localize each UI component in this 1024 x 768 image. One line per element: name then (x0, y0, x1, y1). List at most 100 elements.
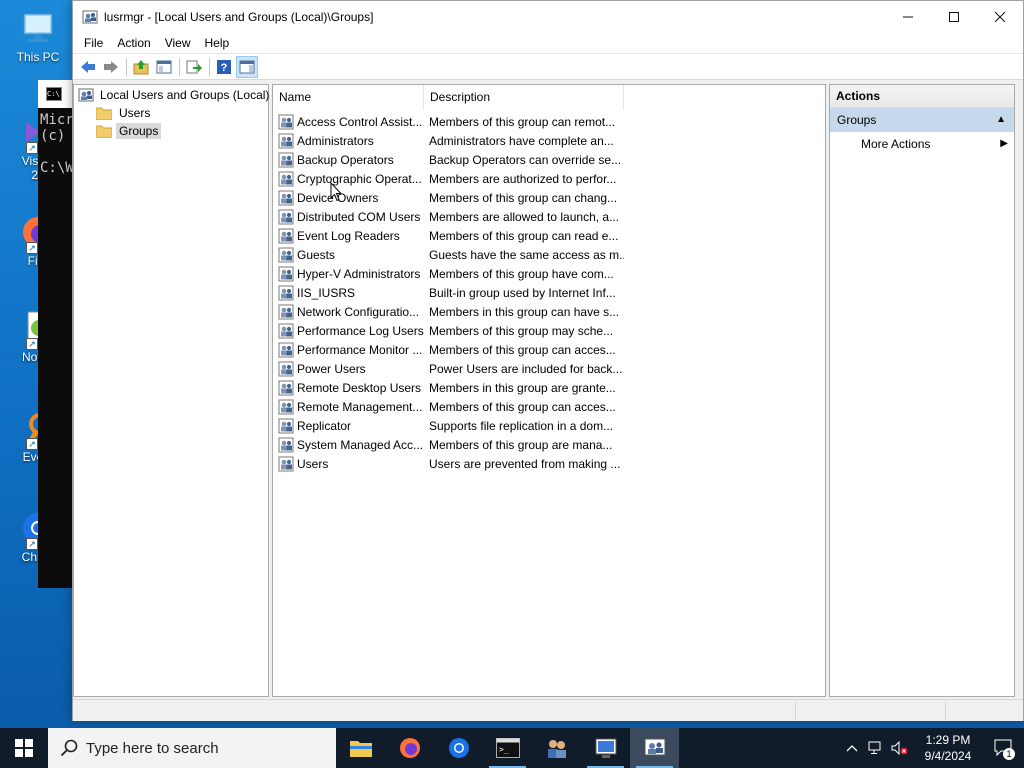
forward-button[interactable] (100, 56, 122, 78)
group-name: Guests (297, 247, 336, 262)
group-name: Users (297, 456, 329, 471)
menu-help[interactable]: Help (198, 32, 237, 54)
export-list-button[interactable] (183, 56, 205, 78)
firefox-icon (399, 738, 420, 758)
actions-section-label: Groups (837, 113, 877, 127)
group-name-cell: Cryptographic Operat... (273, 171, 424, 187)
help-button[interactable]: ? (213, 56, 235, 78)
more-actions-item[interactable]: More Actions ▶ (830, 132, 1014, 156)
network-icon (868, 741, 881, 754)
group-row[interactable]: Distributed COM Users Members are allowed… (273, 207, 825, 226)
notification-count: 1 (1003, 748, 1015, 760)
taskbar-firefox[interactable] (385, 728, 434, 768)
actions-section-groups[interactable]: Groups ▲ (830, 108, 1014, 132)
group-row[interactable]: Access Control Assist... Members of this … (273, 112, 825, 131)
group-row[interactable]: Users Users are prevented from making ... (273, 454, 825, 473)
up-one-level-button[interactable] (130, 56, 152, 78)
clock[interactable]: 1:29 PM 9/4/2024 (912, 732, 984, 764)
folder-icon (96, 107, 112, 120)
group-description: Members of this group can acces... (429, 399, 616, 414)
title-bar[interactable]: lusrmgr - [Local Users and Groups (Local… (73, 1, 1023, 32)
shortcut-arrow-icon: ↗ (26, 242, 38, 254)
group-row[interactable]: Remote Management... Members of this grou… (273, 397, 825, 416)
group-icon (278, 171, 294, 186)
group-name: Hyper-V Administrators (297, 266, 421, 281)
group-row[interactable]: Hyper-V Administrators Members of this gr… (273, 264, 825, 283)
maximize-button[interactable] (931, 1, 977, 32)
group-description: Members of this group are mana... (429, 437, 613, 452)
group-description: Members of this group have com... (429, 266, 614, 281)
column-headers: Name Description (273, 85, 825, 110)
menu-file[interactable]: File (77, 32, 110, 54)
group-name-cell: Access Control Assist... (273, 114, 424, 130)
group-name: Access Control Assist... (297, 114, 423, 129)
start-button[interactable] (0, 728, 48, 768)
group-icon (278, 114, 294, 129)
network-button[interactable] (864, 741, 888, 755)
menu-bar: File Action View Help (73, 32, 1023, 54)
desktop-icon-this-pc[interactable]: This PC (4, 8, 72, 64)
back-button[interactable] (77, 56, 99, 78)
svg-text:>_: >_ (499, 745, 509, 754)
group-row[interactable]: Remote Desktop Users Members in this grou… (273, 378, 825, 397)
console-tree-icon (156, 60, 172, 73)
column-header-description[interactable]: Description (424, 85, 624, 110)
group-row[interactable]: System Managed Acc... Members of this gro… (273, 435, 825, 454)
menu-view[interactable]: View (158, 32, 198, 54)
group-row[interactable]: Backup Operators Backup Operators can ove… (273, 150, 825, 169)
group-name: Replicator (297, 418, 352, 433)
taskbar-computer-management[interactable] (581, 728, 630, 768)
users-icon (547, 740, 566, 758)
taskbar-chrome[interactable] (434, 728, 483, 768)
group-row[interactable]: Power Users Power Users are included for … (273, 359, 825, 378)
taskbar-lusrmgr[interactable] (630, 728, 679, 768)
group-row[interactable]: Device Owners Members of this group can c… (273, 188, 825, 207)
column-header-name[interactable]: Name (273, 85, 424, 110)
group-description: Members are authorized to perfor... (429, 171, 617, 186)
submenu-arrow-icon: ▶ (1000, 138, 1008, 149)
folder-up-icon (133, 59, 149, 74)
taskbar-search-box[interactable]: Type here to search (48, 728, 336, 768)
users-groups-icon (644, 738, 665, 756)
groups-list-pane: Name Description Access Control Assist..… (272, 84, 826, 697)
group-row[interactable]: Replicator Supports file replication in a… (273, 416, 825, 435)
show-hide-action-pane-button[interactable] (236, 55, 258, 78)
group-description: Members in this group can have s... (429, 304, 620, 319)
group-row[interactable]: Event Log Readers Members of this group c… (273, 226, 825, 245)
group-row[interactable]: IIS_IUSRS Built-in group used by Internet… (273, 283, 825, 302)
taskbar-users-app[interactable] (532, 728, 581, 768)
group-row[interactable]: Administrators Administrators have comple… (273, 131, 825, 150)
taskbar-command-prompt[interactable]: >_ (483, 728, 532, 768)
clock-time: 1:29 PM (925, 733, 971, 747)
shortcut-arrow-icon: ↗ (26, 438, 38, 450)
group-name-cell: Distributed COM Users (273, 209, 424, 225)
tree-item-users[interactable]: Users (96, 104, 153, 122)
group-description: Members of this group can remot... (429, 114, 616, 129)
tree-item-root[interactable]: Local Users and Groups (Local) (78, 86, 272, 104)
group-row[interactable]: Guests Guests have the same access as m..… (273, 245, 825, 264)
status-bar (73, 699, 1023, 721)
show-hide-console-tree-button[interactable] (153, 56, 175, 78)
help-icon: ? (217, 59, 231, 74)
clock-date: 9/4/2024 (924, 749, 972, 763)
mouse-cursor-icon (330, 182, 342, 202)
group-icon (278, 209, 294, 224)
menu-action[interactable]: Action (110, 32, 157, 54)
group-name: Remote Desktop Users (297, 380, 422, 395)
tree-item-groups[interactable]: Groups (96, 122, 162, 140)
minimize-button[interactable] (885, 1, 931, 32)
group-row[interactable]: Performance Log Users Members of this gro… (273, 321, 825, 340)
group-row[interactable]: Cryptographic Operat... Members are autho… (273, 169, 825, 188)
tree-item-label: Local Users and Groups (Local) (100, 88, 270, 102)
group-row[interactable]: Performance Monitor ... Members of this g… (273, 340, 825, 359)
group-row[interactable]: Network Configuratio... Members in this g… (273, 302, 825, 321)
group-icon (278, 342, 294, 357)
group-description: Guests have the same access as m... (429, 247, 624, 262)
close-button[interactable] (977, 1, 1023, 32)
volume-button[interactable] (888, 741, 912, 755)
action-pane-icon (239, 60, 255, 73)
show-hidden-icons-button[interactable] (840, 744, 864, 752)
taskbar-file-explorer[interactable] (336, 728, 385, 768)
group-name: Cryptographic Operat... (297, 171, 422, 186)
action-center-button[interactable]: 1 (984, 739, 1024, 760)
